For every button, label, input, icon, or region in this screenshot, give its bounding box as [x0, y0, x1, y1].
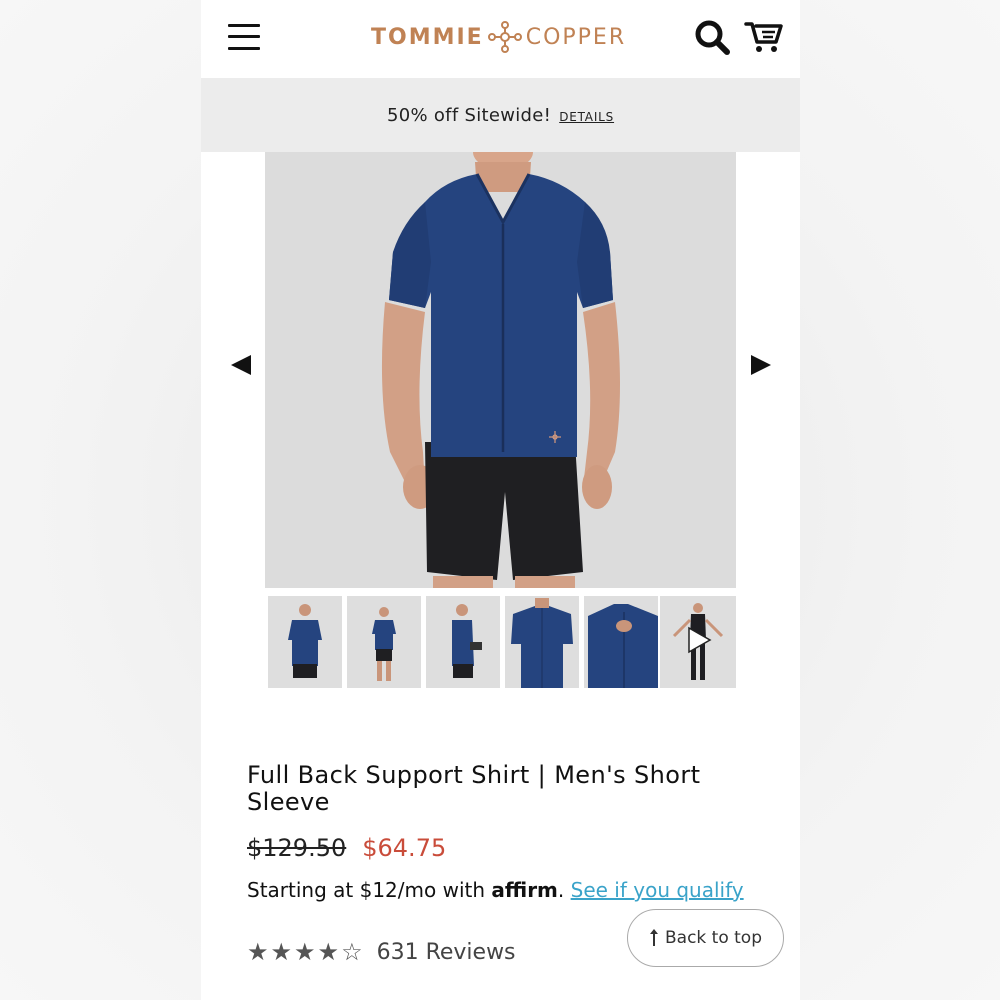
original-price: $129.50 — [247, 834, 347, 862]
thumbnail-video[interactable] — [660, 596, 736, 688]
affirm-suffix: . — [557, 878, 565, 902]
thumbnail-back[interactable] — [505, 596, 579, 688]
carousel-next-arrow-icon[interactable] — [749, 353, 773, 377]
copper-cross-logo-icon — [487, 21, 522, 53]
main-product-image[interactable] — [265, 152, 736, 588]
back-to-top-label: Back to top — [664, 928, 762, 948]
back-to-top-button[interactable]: Back to top — [627, 909, 784, 967]
cart-icon[interactable] — [744, 18, 784, 54]
carousel-prev-arrow-icon[interactable] — [229, 353, 253, 377]
thumbnail-side[interactable] — [426, 596, 500, 688]
shirt-model-illustration — [265, 152, 736, 588]
star-filled-icon: ★ — [270, 938, 293, 966]
product-title: Full Back Support Shirt | Men's Short Sl… — [247, 761, 701, 816]
brand-logo[interactable]: TOMMIE COPPER — [371, 20, 626, 54]
star-filled-icon: ★ — [247, 938, 269, 966]
thumbnail-front-full[interactable] — [347, 596, 421, 688]
site-header: TOMMIE COPPER — [201, 0, 800, 78]
rating-row[interactable]: ★ ★ ★ ★ ☆ 631 Reviews — [247, 938, 516, 966]
price-row: $129.50 $64.75 — [247, 834, 446, 862]
thumbnail-front[interactable] — [268, 596, 342, 688]
star-filled-icon: ★ — [317, 938, 340, 966]
sale-price: $64.75 — [362, 834, 447, 862]
search-icon[interactable] — [693, 18, 731, 56]
star-empty-icon: ☆ — [341, 938, 363, 966]
thumbnail-closeup[interactable] — [584, 596, 658, 688]
promo-text: 50% off Sitewide! — [386, 104, 552, 126]
promo-banner: 50% off Sitewide! DETAILS — [201, 78, 800, 152]
brand-name-left: TOMMIE — [371, 24, 484, 50]
play-icon[interactable] — [686, 626, 712, 654]
star-filled-icon: ★ — [294, 938, 316, 966]
menu-icon[interactable] — [228, 22, 260, 52]
mobile-page: TOMMIE COPPER 50% off Sitewide! DETAILS … — [201, 0, 800, 1000]
affirm-logo: affirm — [491, 878, 558, 902]
affirm-financing: Starting at $12/mo with affirm. See if y… — [247, 874, 767, 907]
reviews-count-link[interactable]: 631 Reviews — [377, 940, 516, 965]
promo-details-link[interactable]: DETAILS — [559, 110, 614, 124]
affirm-prefix: Starting at $12/mo with — [247, 878, 486, 902]
arrow-up-icon — [649, 929, 658, 946]
affirm-qualify-link[interactable]: See if you qualify — [571, 878, 744, 902]
brand-name-right: COPPER — [525, 24, 627, 50]
